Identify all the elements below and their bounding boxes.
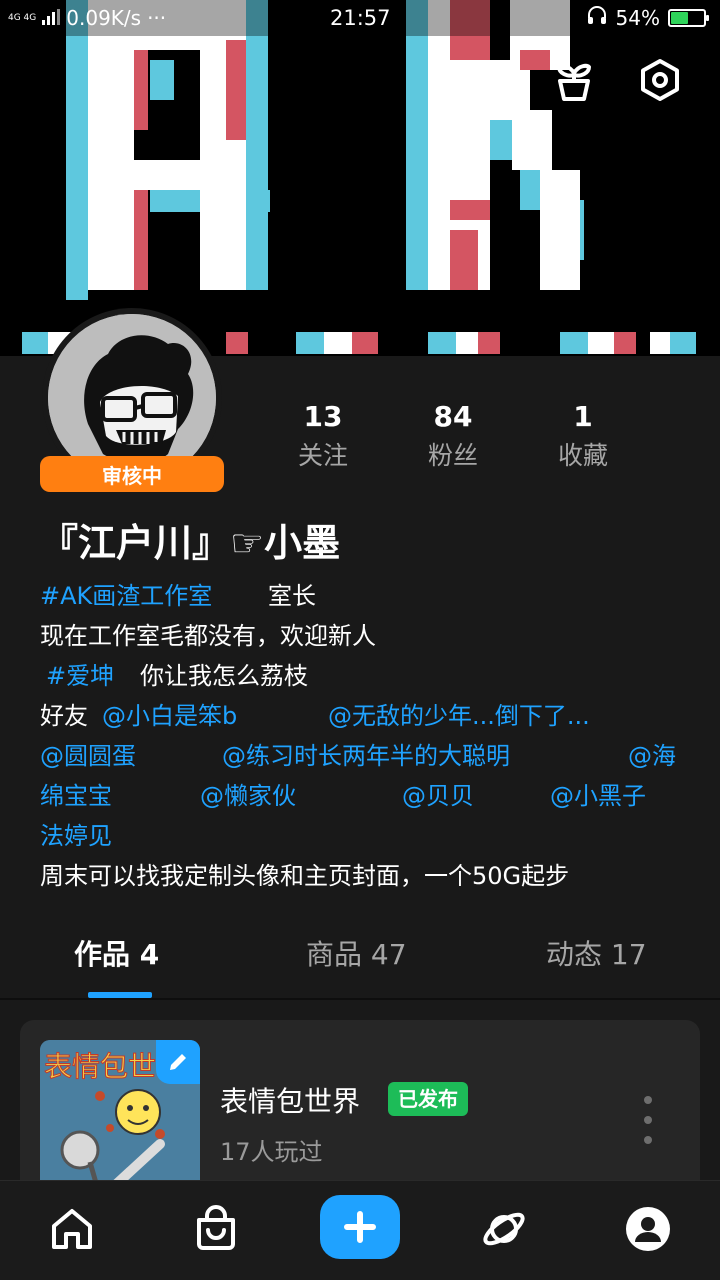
bio-text: 室长	[268, 582, 316, 610]
work-play-count: 17人玩过	[220, 1138, 323, 1166]
username: 『江户川』☞小墨	[40, 521, 341, 565]
tab-goods-label: 商品	[306, 938, 363, 971]
more-options-icon[interactable]	[636, 1096, 660, 1144]
bio-line: #爱坤 你让我怎么荔枝	[40, 656, 690, 696]
review-status-badge: 审核中	[40, 456, 224, 492]
stat-followers[interactable]: 84 粉丝	[388, 398, 518, 476]
profile-banner[interactable]	[0, 0, 720, 356]
tab-works[interactable]: 作品 4	[74, 930, 159, 980]
bio-mention-link[interactable]: @小白是笨b	[102, 696, 237, 736]
bio-text: 好友	[40, 702, 88, 730]
divider	[0, 998, 720, 1000]
bio-mention-link[interactable]: 法婷见	[40, 822, 112, 850]
bottom-nav	[0, 1180, 720, 1280]
headset-icon	[586, 5, 608, 32]
bio-text: 现在工作室毛都没有，欢迎新人	[40, 622, 376, 650]
history-icon[interactable]	[464, 56, 512, 104]
bio-mention-link[interactable]: @练习时长两年半的大聪明	[222, 736, 510, 776]
create-plus-icon[interactable]	[320, 1195, 400, 1259]
bio-line: 好友 @小白是笨b @无敌的少年...倒下了...	[40, 696, 690, 736]
stat-favorites-count: 1	[573, 400, 593, 433]
bio-mention-link[interactable]: @无敌的少年...倒下了...	[328, 696, 590, 736]
header-actions	[464, 56, 684, 104]
profile-stats: 13 关注 84 粉丝 1 收藏	[258, 398, 648, 476]
bio-mention-link[interactable]: @懒家伙	[200, 776, 296, 816]
bio-text: 你让我怎么荔枝	[140, 662, 308, 690]
stat-favorites[interactable]: 1 收藏	[518, 398, 648, 476]
status-right: 54%	[586, 0, 709, 36]
stat-following-label: 关注	[297, 441, 348, 470]
bio-line: 现在工作室毛都没有，欢迎新人	[40, 616, 690, 656]
bio-line: 周末可以找我定制头像和主页封面，一个50G起步	[40, 856, 690, 896]
tab-works-count: 4	[139, 938, 160, 971]
bio-mention-link[interactable]: 绵宝宝	[40, 776, 112, 816]
status-time: 21:57	[330, 6, 391, 30]
tab-goods-count: 47	[370, 938, 407, 971]
bio-line: 法婷见	[40, 816, 690, 856]
bio-line: #AK画渣工作室 室长	[40, 576, 690, 616]
stat-favorites-label: 收藏	[557, 441, 608, 470]
status-left: 4G 4G 0.09K/s ···	[8, 0, 166, 36]
tab-works-label: 作品	[74, 938, 131, 971]
stat-followers-label: 粉丝	[427, 441, 478, 470]
profile-bio: #AK画渣工作室 室长 现在工作室毛都没有，欢迎新人 #爱坤 你让我怎么荔枝 好…	[40, 576, 690, 896]
tab-posts-count: 17	[610, 938, 647, 971]
shop-bag-icon[interactable]	[186, 1199, 246, 1259]
status-bar: 4G 4G 0.09K/s ··· 21:57 54%	[0, 0, 720, 36]
network-speed: 0.09K/s	[66, 6, 142, 30]
home-icon[interactable]	[42, 1199, 102, 1259]
bio-text: 周末可以找我定制头像和主页封面，一个50G起步	[40, 862, 570, 890]
network-type: 4G 4G	[8, 13, 37, 23]
bio-mention-link[interactable]: @小黑子	[550, 776, 646, 816]
settings-icon[interactable]	[636, 56, 684, 104]
stat-following-count: 13	[303, 400, 343, 433]
banner-pixel-art	[22, 0, 696, 354]
edit-work-button[interactable]	[156, 1040, 200, 1084]
tab-posts-label: 动态	[546, 938, 603, 971]
bio-hashtag-link[interactable]: #爱坤	[46, 656, 114, 696]
more-status-icon: ···	[147, 6, 167, 30]
bio-line: 绵宝宝 @懒家伙 @贝贝 @小黑子	[40, 776, 690, 816]
published-badge: 已发布	[388, 1082, 468, 1116]
planet-icon[interactable]	[474, 1199, 534, 1259]
signal-icon	[42, 6, 61, 30]
bio-mention-link[interactable]: @圆圆蛋	[40, 736, 136, 776]
stat-followers-count: 84	[433, 400, 473, 433]
battery-icon	[668, 9, 709, 27]
bio-line: @圆圆蛋 @练习时长两年半的大聪明 @海	[40, 736, 690, 776]
tab-goods[interactable]: 商品 47	[306, 930, 407, 980]
tab-posts[interactable]: 动态 17	[546, 930, 647, 980]
pencil-icon	[170, 1054, 186, 1070]
bio-mention-link[interactable]: @海	[628, 736, 676, 776]
bio-mention-link[interactable]: @贝贝	[402, 776, 474, 816]
plant-icon[interactable]	[550, 56, 598, 104]
bio-hashtag-link[interactable]: #AK画渣工作室	[40, 582, 212, 610]
profile-icon[interactable]	[618, 1199, 678, 1259]
stat-following[interactable]: 13 关注	[258, 398, 388, 476]
content-tabs: 作品 4 商品 47 动态 17	[0, 930, 720, 1000]
work-title[interactable]: 表情包世界	[220, 1080, 360, 1120]
battery-percent: 54%	[615, 6, 660, 30]
